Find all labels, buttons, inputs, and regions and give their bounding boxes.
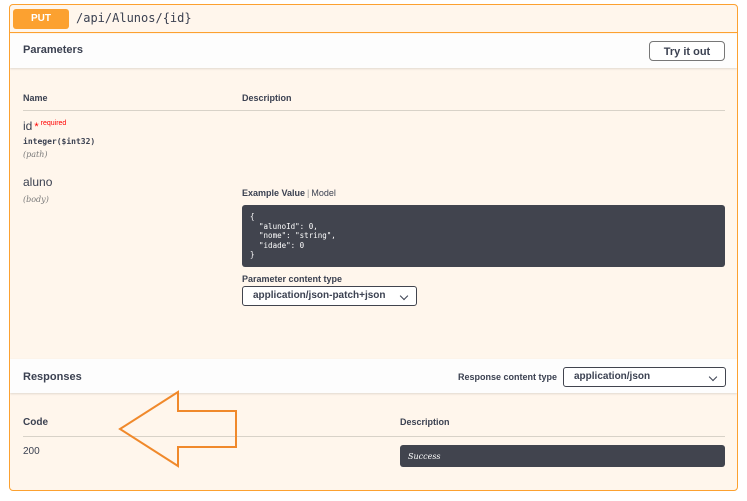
response-code-200: 200 [23, 446, 40, 457]
response-col-code: Code [23, 417, 48, 428]
param-content-type-label: Parameter content type [242, 274, 343, 284]
method-badge: PUT [13, 9, 69, 29]
example-code-line: } [250, 250, 255, 259]
example-code-text: { "alunoId": 0, "nome": "string", "idade… [242, 205, 725, 267]
operation-summary[interactable]: PUT /api/Alunos/{id} [10, 5, 737, 33]
operation-path: /api/Alunos/{id} [76, 11, 192, 25]
param-aluno-name: aluno [23, 175, 53, 189]
example-value-code: { "alunoId": 0, "nome": "string", "idade… [242, 205, 725, 267]
parameters-header: Parameters Try it out [10, 34, 737, 68]
param-aluno-location: (body) [23, 195, 49, 204]
param-content-type-value: application/json-patch+json [253, 290, 386, 301]
try-it-out-button[interactable]: Try it out [649, 41, 725, 61]
example-code-line: "nome": "string", [259, 231, 336, 240]
chevron-down-icon [708, 372, 718, 382]
param-header-divider [23, 110, 725, 111]
tab-example-value[interactable]: Example Value [242, 188, 305, 198]
parameters-title: Parameters [23, 44, 83, 56]
param-id-label: id [23, 119, 33, 133]
response-description: Success [408, 452, 441, 461]
required-star: * [34, 121, 39, 133]
param-id-type: integer($int32) [23, 137, 96, 146]
param-id-location: (path) [23, 150, 48, 159]
response-content-type-select[interactable]: application/json [563, 367, 726, 387]
tab-model[interactable]: Model [311, 188, 336, 198]
required-label: required [40, 120, 67, 127]
param-content-type-select[interactable]: application/json-patch+json [242, 286, 417, 306]
param-id-name: id * required [23, 119, 66, 133]
arrow-left-icon [118, 390, 237, 468]
chevron-down-icon [399, 291, 409, 301]
tab-separator: | [307, 188, 310, 198]
example-code-line: "alunoId": 0, [259, 221, 318, 231]
example-model-tabs: Example Value | Model [242, 188, 336, 198]
responses-header: Responses Response content type applicat… [10, 359, 737, 393]
response-content-type-value: application/json [574, 371, 651, 382]
response-col-description: Description [400, 417, 450, 427]
example-code-line: { [250, 212, 255, 221]
response-content-type-label: Response content type [458, 372, 558, 382]
example-code-line: "idade": 0 [259, 240, 305, 250]
param-col-description: Description [242, 93, 292, 103]
responses-title: Responses [23, 371, 82, 383]
response-description-box: Success [400, 445, 725, 467]
param-col-name: Name [23, 93, 48, 103]
